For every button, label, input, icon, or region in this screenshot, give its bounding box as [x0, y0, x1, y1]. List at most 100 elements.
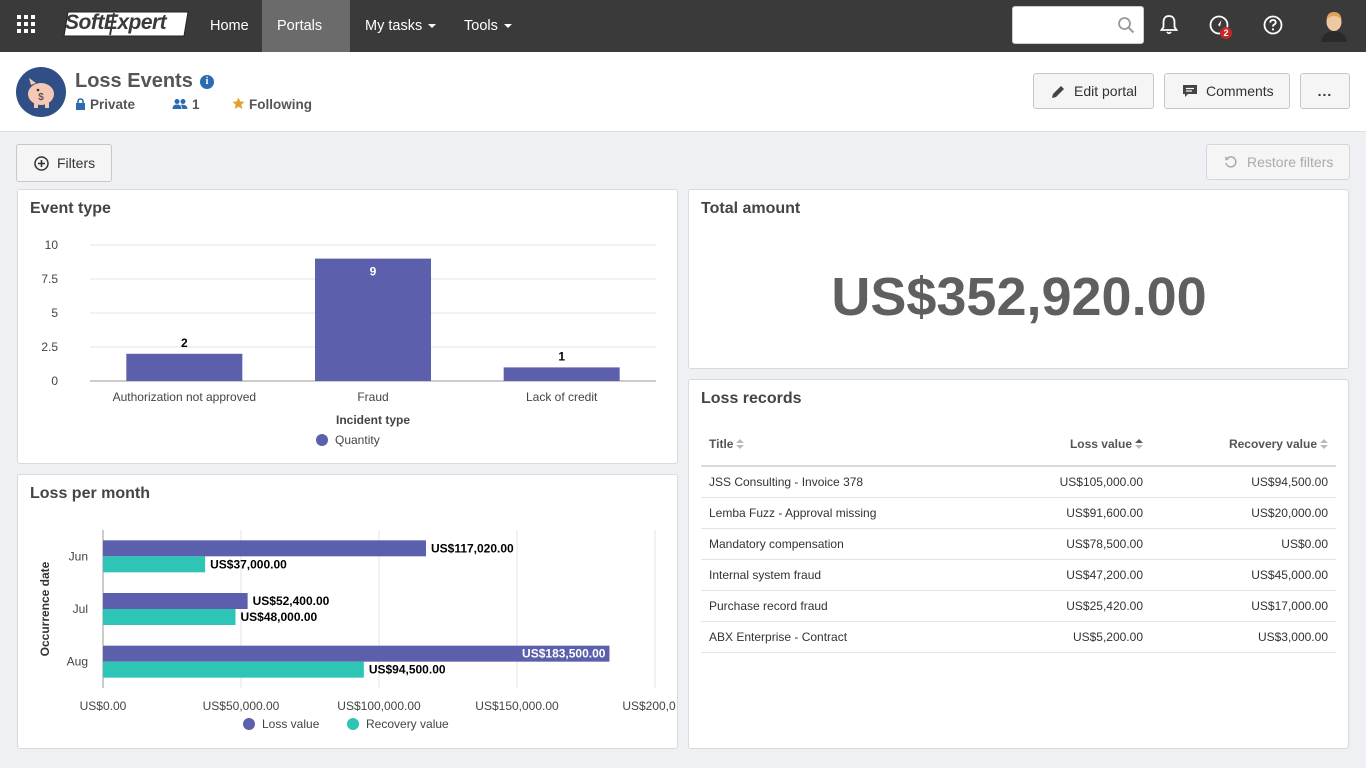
total-amount-title: Total amount [701, 200, 801, 217]
data-label: US$183,500.00 [522, 647, 606, 661]
following-label: Following [249, 97, 312, 112]
y-tick-label: 5 [51, 306, 58, 320]
cell-title: JSS Consulting - Invoice 378 [701, 466, 966, 498]
loss-records-panel: Loss records Title Loss value Recovery v… [688, 379, 1349, 749]
column-recovery-value-label: Recovery value [1228, 437, 1317, 451]
info-icon[interactable]: i [200, 75, 214, 89]
logo-text: SoftExpert [65, 11, 167, 34]
column-title-label: Title [709, 437, 734, 451]
cell-recovery-value: US$20,000.00 [1151, 497, 1336, 529]
table-row[interactable]: Mandatory compensation US$78,500.00 US$0.0… [701, 528, 1336, 560]
sort-active-icon [1135, 439, 1143, 449]
data-label: US$48,000.00 [240, 610, 317, 624]
pencil-icon [1052, 86, 1064, 98]
loss-records-table: Title Loss value Recovery value JSS Cons… [701, 423, 1336, 653]
chevron-down-icon [503, 24, 512, 29]
softexpert-logo[interactable]: SoftExpert [62, 10, 190, 38]
y-tick-label: 0 [51, 374, 58, 388]
legend-label: Loss value [262, 717, 320, 731]
x-tick-label: US$0.00 [80, 699, 127, 713]
search-box [1012, 6, 1144, 44]
legend-marker [243, 718, 255, 730]
x-axis-label: Incident type [336, 413, 410, 427]
loss-per-month-chart: US$0.00 US$50,000.00 US$100,000.00 US$150,0… [38, 530, 677, 731]
total-amount-value: US$352,920.00 [831, 267, 1207, 327]
table-row[interactable]: ABX Enterprise - Contract US$5,200.00 US$3… [701, 621, 1336, 653]
table-row[interactable]: Purchase record fraud US$25,420.00 US$17,0… [701, 590, 1336, 622]
more-options-icon: ... [1317, 83, 1333, 99]
undo-icon [1225, 156, 1237, 168]
piggy-bank-icon: $ [16, 67, 66, 117]
bell-icon[interactable] [1157, 13, 1181, 37]
data-label: US$94,500.00 [369, 663, 446, 677]
page-title: Loss Events [75, 70, 193, 92]
users-icon [172, 99, 188, 109]
table-row[interactable]: Lemba Fuzz - Approval missing US$91,600.0… [701, 497, 1336, 529]
data-label: 2 [181, 336, 188, 350]
plus-circle-icon [34, 156, 49, 171]
top-navigation-bar: SoftExpert Home Portals My tasks Tools 2 [0, 0, 1366, 81]
apps-grid-icon[interactable] [16, 14, 36, 34]
data-label: US$37,000.00 [210, 557, 287, 571]
bar [103, 540, 426, 557]
y-tick-label: 7.5 [41, 272, 58, 286]
table-row[interactable]: Internal system fraud US$47,200.00 US$45,0… [701, 559, 1336, 591]
privacy-status: Private [75, 97, 135, 112]
filters-button[interactable]: Filters [16, 144, 112, 182]
cell-loss-value: US$5,200.00 [966, 621, 1151, 653]
column-header-loss-value[interactable]: Loss value [966, 423, 1151, 467]
y-tick-label: Aug [67, 655, 88, 669]
bar [103, 556, 206, 573]
cell-recovery-value: US$0.00 [1151, 528, 1336, 560]
more-options-button[interactable]: ... [1300, 73, 1350, 109]
star-icon [232, 97, 245, 109]
y-tick-label: Jun [69, 549, 88, 563]
cell-loss-value: US$25,420.00 [966, 590, 1151, 622]
cell-title: Lemba Fuzz - Approval missing [701, 497, 966, 529]
following-status[interactable]: Following [232, 97, 312, 112]
filters-label: Filters [57, 155, 96, 171]
x-tick-label: Authorization not approved [113, 390, 256, 404]
user-avatar[interactable] [1318, 8, 1350, 42]
nav-tools[interactable]: Tools [449, 0, 527, 52]
members-count[interactable]: 1 [172, 97, 200, 112]
search-input[interactable] [1021, 7, 1117, 43]
cell-recovery-value: US$17,000.00 [1151, 590, 1336, 622]
cell-title: ABX Enterprise - Contract [701, 621, 966, 653]
edit-portal-button[interactable]: Edit portal [1033, 73, 1154, 109]
cell-title: Internal system fraud [701, 559, 966, 591]
y-tick-label: 2.5 [41, 340, 58, 354]
cell-loss-value: US$47,200.00 [966, 559, 1151, 591]
data-label: 1 [558, 349, 565, 363]
cell-recovery-value: US$45,000.00 [1151, 559, 1336, 591]
x-tick-label: Fraud [357, 390, 388, 404]
event-type-panel: Event type 0 2.5 5 7.5 10 2 Authorization not … [17, 189, 678, 464]
loss-records-title: Loss records [701, 390, 802, 407]
table-row[interactable]: JSS Consulting - Invoice 378 US$105,000.0… [701, 466, 1336, 498]
x-tick-label: US$200,0… [622, 699, 677, 713]
table-header-row: Title Loss value Recovery value [701, 423, 1336, 467]
bar [126, 353, 243, 381]
search-icon[interactable] [1117, 16, 1135, 34]
help-icon[interactable] [1261, 13, 1285, 37]
cell-loss-value: US$78,500.00 [966, 528, 1151, 560]
data-label: US$117,020.00 [431, 541, 514, 555]
y-tick-label: Jul [73, 602, 88, 616]
sort-icon [736, 439, 745, 449]
column-header-recovery-value[interactable]: Recovery value [1151, 423, 1336, 467]
nav-portals[interactable]: Portals [262, 0, 350, 81]
nav-my-tasks[interactable]: My tasks [350, 0, 451, 52]
notification-badge: 2 [1220, 27, 1232, 39]
comments-button[interactable]: Comments [1164, 73, 1290, 109]
portal-header: $ Loss Events i Private 1 Following Edit… [0, 52, 1366, 132]
event-type-chart: 0 2.5 5 7.5 10 2 Authorization not approved 9 Fr… [41, 238, 656, 447]
y-axis-label: Occurrence date [38, 561, 52, 656]
column-header-title[interactable]: Title [701, 423, 966, 467]
members-label: 1 [192, 97, 200, 112]
sort-icon [1320, 439, 1328, 449]
restore-filters-button[interactable]: Restore filters [1206, 144, 1350, 180]
bar [103, 609, 236, 625]
nav-home[interactable]: Home [195, 0, 264, 52]
total-amount-panel: Total amount US$352,920.00 [688, 189, 1349, 369]
column-loss-value-label: Loss value [1069, 437, 1132, 451]
